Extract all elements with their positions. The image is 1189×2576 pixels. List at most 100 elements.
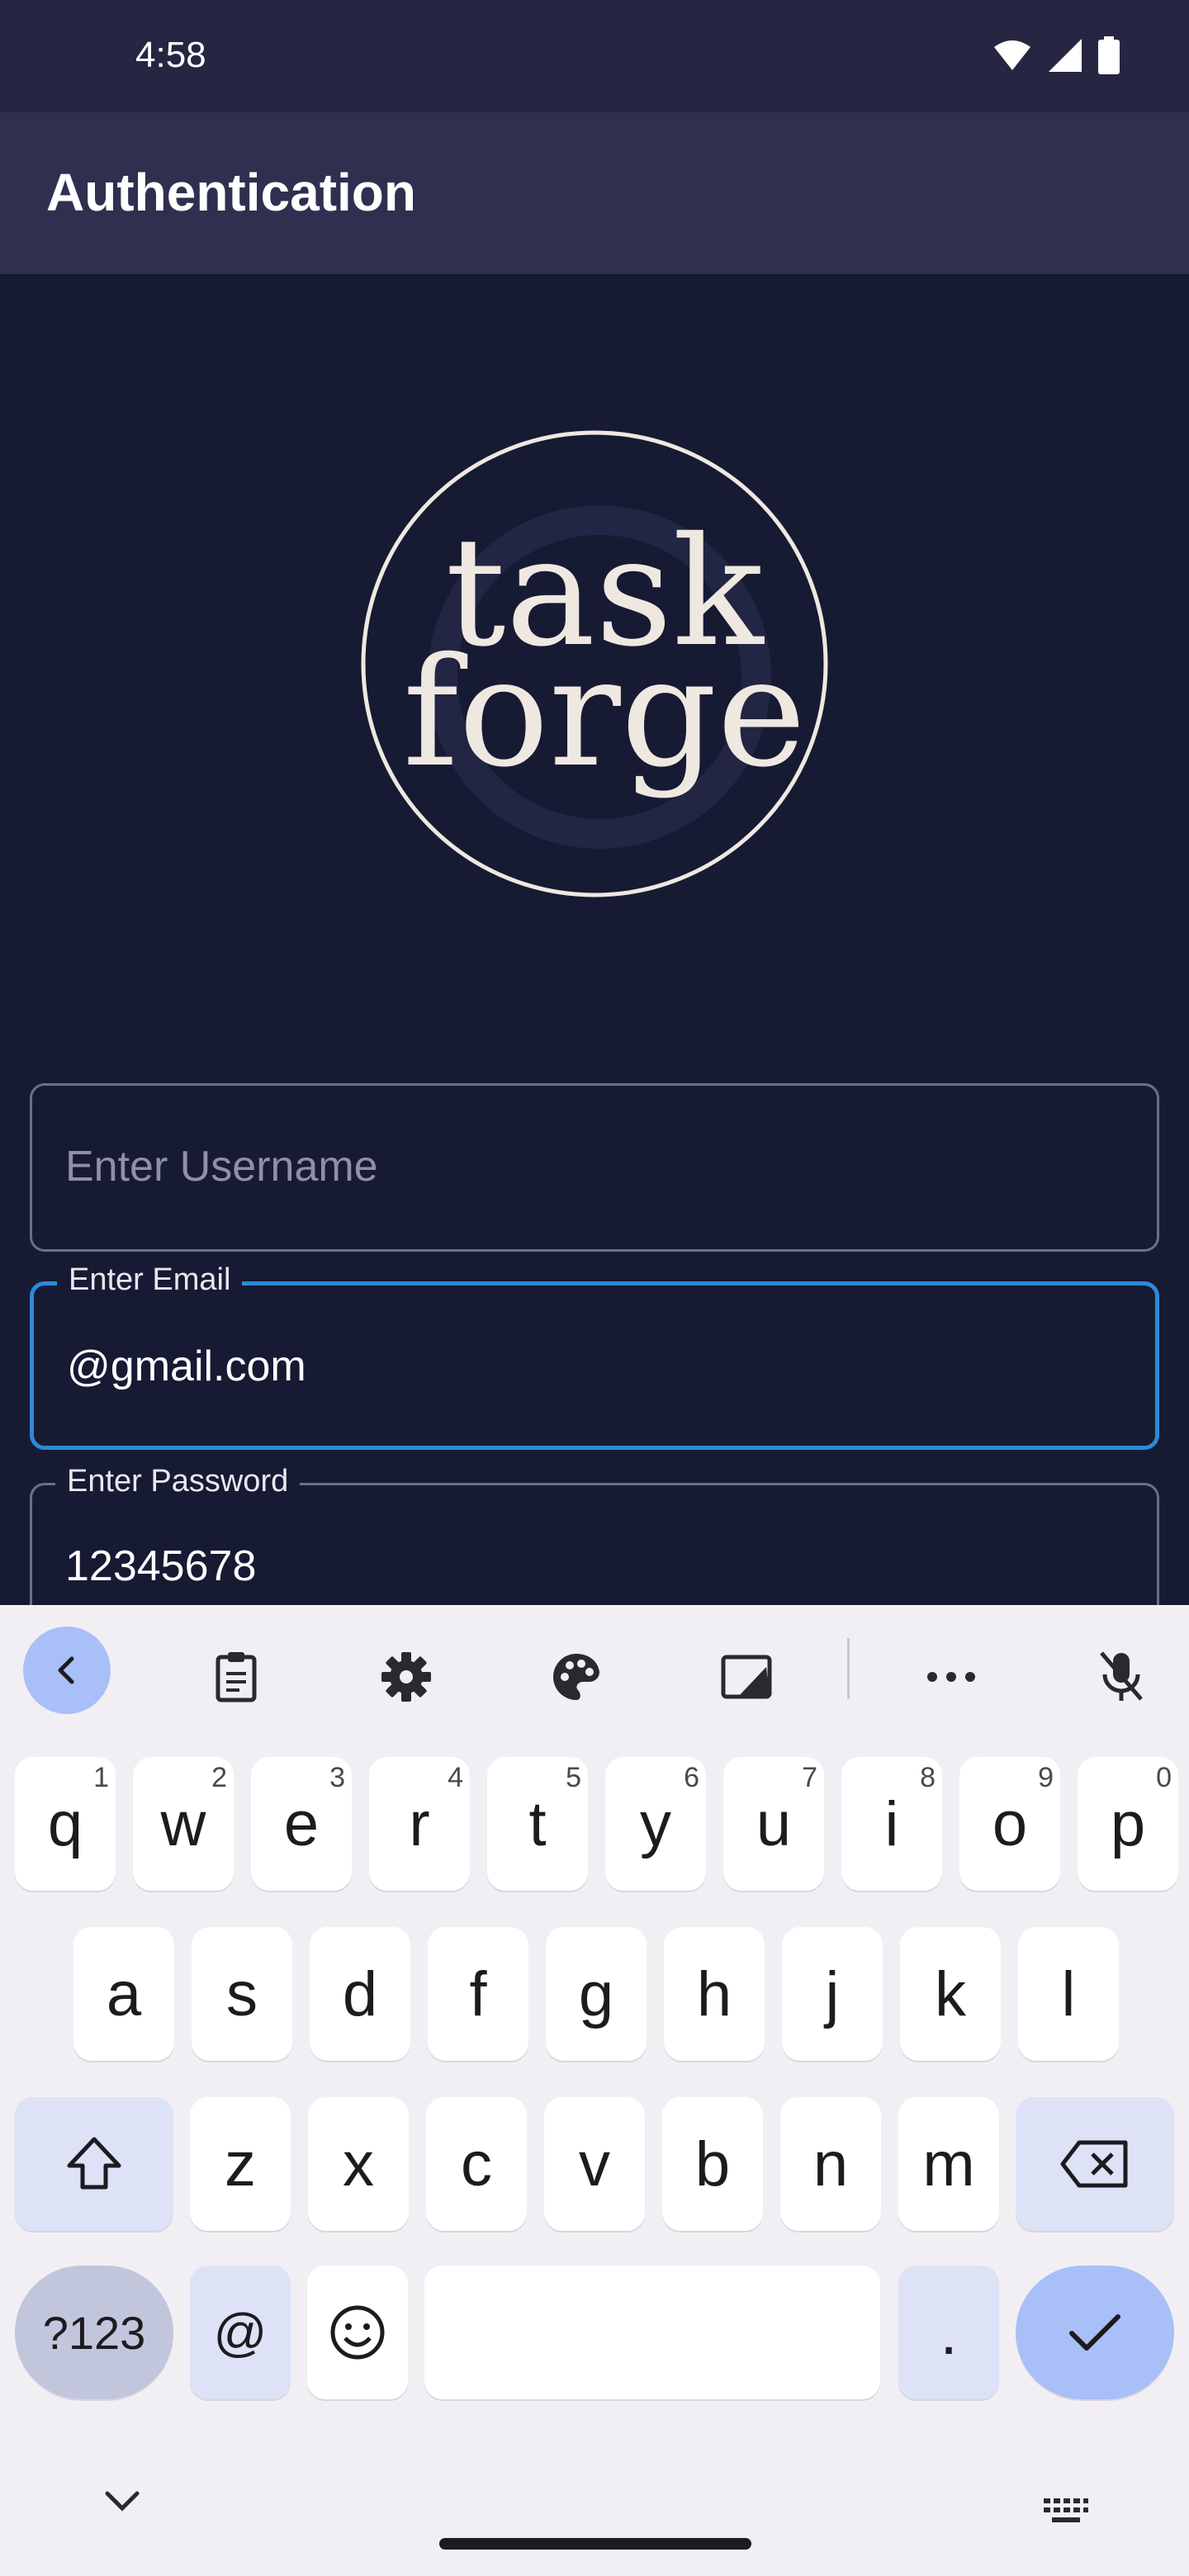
back-icon[interactable] bbox=[23, 1627, 111, 1714]
key-label: x bbox=[343, 2129, 374, 2200]
key-hint: 0 bbox=[1156, 1762, 1172, 1793]
period-key[interactable]: . bbox=[898, 2266, 999, 2399]
key-hint: 6 bbox=[684, 1762, 699, 1793]
keyboard-switch-icon[interactable] bbox=[1042, 2497, 1090, 2525]
key-label: t bbox=[528, 1788, 547, 1859]
key-label: e bbox=[283, 1788, 320, 1859]
key-k[interactable]: k bbox=[900, 1927, 1001, 2061]
key-label: o bbox=[992, 1788, 1028, 1859]
key-hint: 3 bbox=[329, 1762, 345, 1793]
key-label: y bbox=[640, 1788, 671, 1859]
key-b[interactable]: b bbox=[662, 2097, 763, 2231]
key-label: l bbox=[1061, 1958, 1076, 2029]
email-field[interactable]: Enter Email @gmail.com bbox=[30, 1262, 1159, 1450]
key-label: d bbox=[342, 1958, 378, 2029]
shift-key[interactable] bbox=[15, 2097, 173, 2231]
key-h[interactable]: h bbox=[664, 1927, 765, 2061]
done-key[interactable] bbox=[1016, 2266, 1174, 2399]
key-hint: 1 bbox=[93, 1762, 109, 1793]
key-label: j bbox=[825, 1958, 840, 2029]
toolbar-divider bbox=[847, 1638, 850, 1699]
key-e[interactable]: e3 bbox=[251, 1757, 352, 1891]
key-hint: 5 bbox=[566, 1762, 581, 1793]
key-s[interactable]: s bbox=[192, 1927, 292, 2061]
backspace-key[interactable] bbox=[1016, 2097, 1174, 2231]
key-label: b bbox=[694, 2129, 731, 2200]
key-z[interactable]: z bbox=[190, 2097, 291, 2231]
key-y[interactable]: y6 bbox=[605, 1757, 706, 1891]
key-hint: 9 bbox=[1038, 1762, 1054, 1793]
clipboard-icon[interactable] bbox=[192, 1633, 280, 1721]
more-icon[interactable] bbox=[907, 1633, 995, 1721]
key-l[interactable]: l bbox=[1018, 1927, 1119, 2061]
emoji-icon bbox=[330, 2305, 385, 2360]
key-label: g bbox=[578, 1958, 614, 2029]
page-title: Authentication bbox=[46, 163, 416, 222]
battery-icon bbox=[1098, 36, 1120, 74]
check-icon bbox=[1069, 2314, 1120, 2351]
key-label: n bbox=[812, 2129, 849, 2200]
key-u[interactable]: u7 bbox=[723, 1757, 824, 1891]
key-i[interactable]: i8 bbox=[841, 1757, 942, 1891]
key-v[interactable]: v bbox=[544, 2097, 645, 2231]
status-bar: 4:58 bbox=[0, 0, 1189, 112]
shift-icon bbox=[67, 2137, 121, 2190]
key-hint: 4 bbox=[448, 1762, 463, 1793]
mic-off-icon[interactable] bbox=[1078, 1633, 1165, 1721]
key-p[interactable]: p0 bbox=[1078, 1757, 1178, 1891]
key-x[interactable]: x bbox=[308, 2097, 409, 2231]
key-label: k bbox=[935, 1958, 966, 2029]
app-bar: Authentication bbox=[0, 112, 1189, 274]
key-hint: 8 bbox=[920, 1762, 936, 1793]
key-label: v bbox=[579, 2129, 610, 2200]
emoji-key[interactable] bbox=[307, 2266, 408, 2399]
backspace-icon bbox=[1060, 2140, 1128, 2188]
key-label: w bbox=[160, 1788, 206, 1859]
key-label: r bbox=[409, 1788, 430, 1859]
email-label: Enter Email bbox=[57, 1262, 243, 1298]
status-time: 4:58 bbox=[135, 35, 206, 75]
space-key[interactable] bbox=[424, 2266, 880, 2399]
key-g[interactable]: g bbox=[546, 1927, 647, 2061]
key-t[interactable]: t5 bbox=[487, 1757, 588, 1891]
key-r[interactable]: r4 bbox=[369, 1757, 470, 1891]
logo-line-2: forge bbox=[403, 625, 806, 800]
key-j[interactable]: j bbox=[782, 1927, 883, 2061]
app-logo: task forge bbox=[361, 430, 828, 897]
at-key[interactable]: @ bbox=[190, 2266, 291, 2399]
key-label: h bbox=[696, 1958, 732, 2029]
key-label: i bbox=[884, 1788, 899, 1859]
settings-icon[interactable] bbox=[362, 1633, 450, 1721]
home-indicator[interactable] bbox=[439, 2538, 751, 2550]
wifi-icon bbox=[994, 40, 1030, 70]
key-d[interactable]: d bbox=[310, 1927, 410, 2061]
key-label: u bbox=[756, 1788, 792, 1859]
key-f[interactable]: f bbox=[428, 1927, 528, 2061]
palette-icon[interactable] bbox=[533, 1633, 620, 1721]
key-label: a bbox=[106, 1958, 142, 2029]
key-m[interactable]: m bbox=[898, 2097, 999, 2231]
key-n[interactable]: n bbox=[780, 2097, 881, 2231]
key-label: z bbox=[225, 2129, 256, 2200]
key-c[interactable]: c bbox=[426, 2097, 527, 2231]
key-label: m bbox=[922, 2129, 975, 2200]
hide-keyboard-icon[interactable] bbox=[102, 2488, 142, 2513]
key-hint: 7 bbox=[802, 1762, 817, 1793]
username-field[interactable]: Enter Username bbox=[30, 1083, 1159, 1252]
key-label: f bbox=[469, 1958, 487, 2029]
edit-icon[interactable] bbox=[703, 1633, 790, 1721]
email-value: @gmail.com bbox=[67, 1342, 306, 1390]
key-q[interactable]: q1 bbox=[15, 1757, 116, 1891]
signal-icon bbox=[1049, 39, 1082, 72]
key-label: c bbox=[461, 2129, 492, 2200]
key-o[interactable]: o9 bbox=[959, 1757, 1060, 1891]
username-placeholder: Enter Username bbox=[65, 1143, 378, 1191]
password-label: Enter Password bbox=[55, 1464, 301, 1499]
keyboard-toolbar bbox=[0, 1605, 1189, 1721]
symbols-key[interactable]: ?123 bbox=[15, 2266, 173, 2399]
key-w[interactable]: w2 bbox=[133, 1757, 234, 1891]
key-hint: 2 bbox=[211, 1762, 227, 1793]
key-a[interactable]: a bbox=[73, 1927, 174, 2061]
password-value: 12345678 bbox=[65, 1542, 257, 1590]
soft-keyboard: ?123 @ . q1w2e3r4t5y6u7i8o9p0asdfghjklzx… bbox=[0, 1605, 1189, 2576]
